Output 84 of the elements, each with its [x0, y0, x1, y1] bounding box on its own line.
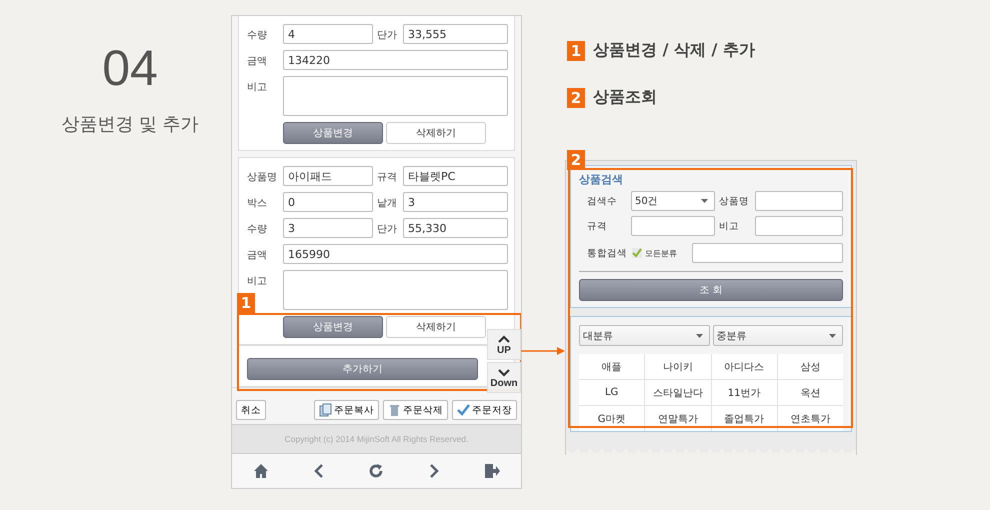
brand-button[interactable]: 애플	[579, 354, 644, 379]
input-field[interactable]: 아이패드	[283, 166, 373, 186]
checkmark-icon	[632, 248, 642, 258]
input-field[interactable]	[692, 243, 843, 263]
memo-field[interactable]	[283, 76, 508, 116]
brand-button[interactable]: 스타일난다	[645, 380, 710, 405]
checkbox[interactable]	[632, 248, 642, 258]
input-field[interactable]: 33,555	[403, 24, 508, 44]
home-icon	[252, 463, 269, 479]
field-label: 낱개	[376, 197, 398, 210]
number-badge: 2	[567, 150, 585, 170]
home-button[interactable]	[252, 463, 269, 479]
legend-text: 상품조회	[593, 87, 657, 108]
delete-button[interactable]: 삭제하기	[386, 316, 486, 338]
dropdown-caret-icon	[696, 334, 702, 338]
field-label: 규격	[587, 220, 608, 232]
section-title: 상품변경 및 추가	[61, 113, 199, 136]
brand-button[interactable]: G마켓	[579, 406, 644, 431]
field-label: 검색수	[587, 194, 618, 208]
input-field[interactable]	[631, 216, 715, 236]
field-label: 금액	[247, 55, 268, 68]
trash-button[interactable]: 주문삭제	[383, 400, 448, 420]
input-field[interactable]	[755, 216, 843, 236]
input-field[interactable]: 165990	[283, 244, 508, 264]
scroll-up-button[interactable]: UP	[487, 329, 521, 360]
section-number: 04	[102, 39, 158, 98]
input-field[interactable]: 134220	[283, 50, 508, 70]
arrow-connector	[521, 346, 565, 356]
field-label: 규격	[376, 171, 398, 184]
brand-button[interactable]: 나이키	[645, 354, 710, 379]
brand-button[interactable]: 아디다스	[712, 354, 777, 379]
number-badge: 2	[567, 88, 585, 108]
refresh-icon	[368, 463, 384, 479]
copy-icon	[319, 403, 332, 417]
trash-icon	[388, 403, 401, 417]
brand-button[interactable]: 삼성	[778, 354, 843, 379]
cancel-button[interactable]: 취소	[236, 400, 266, 420]
refresh-button[interactable]	[368, 463, 384, 479]
category-dropdown[interactable]: 중분류	[712, 325, 843, 346]
input-field[interactable]: 3	[403, 192, 508, 212]
field-label: 단가	[376, 29, 398, 42]
group-title: 상품검색	[579, 172, 624, 187]
chevron-down-icon	[497, 366, 511, 378]
scroll-down-button[interactable]: Down	[487, 362, 521, 393]
exit-icon	[484, 463, 500, 479]
copy-button[interactable]: 주문복사	[314, 400, 379, 420]
chevron-up-icon	[497, 334, 511, 344]
brand-button[interactable]: 연말특가	[645, 406, 710, 431]
brand-button[interactable]: LG	[579, 380, 644, 405]
brand-button[interactable]: 연초특가	[778, 406, 843, 431]
field-label: 박스	[247, 197, 268, 210]
brand-button[interactable]: 11번가	[712, 380, 777, 405]
delete-button[interactable]: 삭제하기	[386, 122, 486, 144]
field-label: 비고	[719, 220, 740, 232]
number-badge: 1	[567, 40, 585, 60]
category-dropdown[interactable]: 대분류	[579, 325, 710, 346]
field-label: 통합검색	[587, 246, 627, 260]
memo-field[interactable]	[283, 270, 508, 310]
brand-button[interactable]: 졸업특가	[712, 406, 777, 431]
number-badge: 1	[237, 293, 255, 313]
copyright-text: Copyright (c) 2014 MijinSoft All Rights Reserved.	[284, 434, 468, 444]
field-label: 수량	[247, 29, 268, 42]
input-field[interactable]: 3	[283, 218, 373, 238]
field-label: 금액	[247, 249, 268, 262]
brand-button[interactable]: 옥션	[778, 380, 843, 405]
field-label: 수량	[247, 223, 268, 236]
checkbox-label: 모든분류	[645, 248, 677, 258]
input-field[interactable]: 55,330	[403, 218, 508, 238]
field-label: 단가	[376, 223, 398, 236]
field-label: 비고	[247, 275, 268, 288]
input-field[interactable]: 4	[283, 24, 373, 44]
legend-text: 상품변경 / 삭제 / 추가	[593, 40, 755, 61]
field-label: 상품명	[247, 171, 278, 184]
dropdown-caret-icon	[701, 199, 708, 203]
input-field[interactable]: 타블렛PC	[403, 166, 508, 186]
input-field[interactable]: 0	[283, 192, 373, 212]
dropdown-caret-icon	[829, 334, 836, 338]
check-button[interactable]: 주문저장	[452, 400, 517, 420]
check-icon	[457, 403, 470, 417]
field-label: 상품명	[719, 194, 750, 208]
input-field[interactable]	[755, 191, 843, 211]
field-label: 비고	[247, 81, 268, 94]
count-dropdown[interactable]: 50건	[631, 191, 715, 211]
exit-button[interactable]	[484, 463, 500, 479]
